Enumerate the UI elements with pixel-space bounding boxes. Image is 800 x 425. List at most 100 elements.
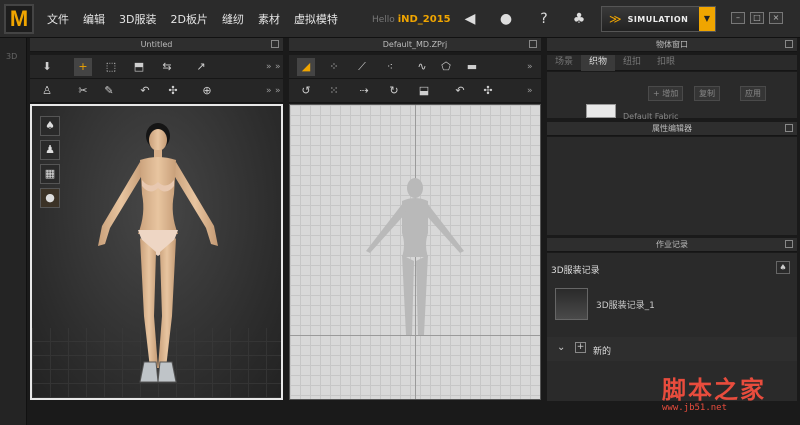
2d-viewport[interactable] <box>289 104 541 400</box>
minimize-button[interactable]: – <box>731 12 745 24</box>
avatar-silhouette <box>366 178 464 335</box>
simulation-dropdown-icon[interactable]: ▼ <box>699 7 715 31</box>
edit-curve-icon[interactable]: ⟋ <box>353 58 371 76</box>
object-window-header: 物体窗口 <box>547 38 797 52</box>
walk-icon[interactable]: ♙ <box>38 82 56 100</box>
popout-icon[interactable] <box>785 124 793 132</box>
view2d-toolbar-1: » ◢ ⁘ ⟋ ⁖ ∿ ⬠ ▬ » <box>275 55 541 79</box>
add-icon[interactable]: + <box>575 342 586 353</box>
view3d-title: Untitled <box>140 40 173 49</box>
fabric-swatch[interactable] <box>586 104 616 118</box>
tab-buttonhole[interactable]: 扣眼 <box>649 55 683 71</box>
brush-icon[interactable]: ✎ <box>100 82 118 100</box>
view3d-toolbar-2: ♙ ✂ ✎ ↶ ✣ ⊕ » <box>30 79 283 103</box>
free-sew-icon[interactable]: ⇢ <box>355 82 373 100</box>
maximize-button[interactable]: □ <box>750 12 764 24</box>
history-section-title: 3D服装记录 <box>551 266 600 276</box>
add-fabric-button[interactable]: + 增加 <box>648 86 684 101</box>
user-icon[interactable]: ● <box>495 8 517 30</box>
object-tabs: 场景 织物 纽扣 扣眼 <box>547 55 797 71</box>
transform-icon[interactable]: ⬒ <box>130 58 148 76</box>
select-move-icon[interactable]: + <box>74 58 92 76</box>
select-rect-icon[interactable]: ⬚ <box>102 58 120 76</box>
tab-scene[interactable]: 场景 <box>547 55 581 71</box>
view2d-toolbar-2: » ↺ ⁙ ⇢ ↻ ⬓ ↶ ✣ » <box>275 79 541 103</box>
simulation-button[interactable]: ≫ SIMULATION ▼ <box>601 6 716 32</box>
sewing-edit-icon[interactable]: ↻ <box>385 82 403 100</box>
curvature-icon[interactable]: ∿ <box>413 58 431 76</box>
collapse-chevron-icon[interactable]: ⌄ <box>557 342 565 353</box>
view3d-toolbar-1: ⬇ + ⬚ ⬒ ⇆ ↗ » <box>30 55 283 79</box>
menu-materials[interactable]: 素材 <box>251 11 287 27</box>
seam-icon[interactable]: ↺ <box>297 82 315 100</box>
menu-bar: M 文件 编辑 3D服装 2D板片 缝纫 素材 虚拟模特 Hello iND_2… <box>0 0 800 38</box>
3d-viewport[interactable]: ♠ ♟ ▦ ● <box>30 104 283 400</box>
menu-avatar[interactable]: 虚拟模特 <box>287 11 345 27</box>
history-new-row[interactable]: ⌄ + 新的 <box>547 337 797 361</box>
menu-sewing[interactable]: 缝纫 <box>215 11 251 27</box>
popout-icon[interactable] <box>785 240 793 248</box>
menu-file[interactable]: 文件 <box>40 11 76 27</box>
maximize-icon: □ <box>753 13 761 22</box>
minimize-icon: – <box>736 13 740 22</box>
close-button[interactable]: × <box>769 12 783 24</box>
simulation-chevron-icon: ≫ <box>609 12 622 26</box>
left-strip: 3D <box>0 38 27 425</box>
menu-edit[interactable]: 编辑 <box>76 11 112 27</box>
view2d-header: Default_MD.ZPrj <box>289 38 541 52</box>
watermark-text: 脚本之家 <box>662 375 766 404</box>
edit-pattern-icon[interactable]: ◢ <box>297 58 315 76</box>
view3d-header: Untitled <box>30 38 283 52</box>
copy-fabric-button[interactable]: 复制 <box>694 86 720 101</box>
simulation-label: SIMULATION <box>627 14 689 24</box>
main-menu: 文件 编辑 3D服装 2D板片 缝纫 素材 虚拟模特 <box>40 0 345 38</box>
expand-icon-6[interactable]: » <box>527 82 537 100</box>
property-editor-title: 属性编辑器 <box>652 124 692 133</box>
history-thumbnail[interactable] <box>555 288 588 320</box>
history-title: 作业记录 <box>656 240 688 249</box>
user-name: iND_2015 <box>397 14 451 25</box>
expand-icon-4[interactable]: » <box>527 58 537 76</box>
history-item-label[interactable]: 3D服装记录_1 <box>596 298 655 311</box>
menu-2d-pattern[interactable]: 2D板片 <box>163 11 214 27</box>
iron-icon[interactable]: ⬓ <box>415 82 433 100</box>
rectangle-icon[interactable]: ▬ <box>463 58 481 76</box>
zipper-icon[interactable]: ✣ <box>164 82 182 100</box>
polygon-icon[interactable]: ⬠ <box>437 58 455 76</box>
zipper-2d-icon[interactable]: ✣ <box>479 82 497 100</box>
speaker-icon[interactable]: ◀ <box>459 8 481 30</box>
edit-point-icon[interactable]: ⁘ <box>325 58 343 76</box>
down-arrow-icon[interactable]: ⬇ <box>38 58 56 76</box>
tack-icon[interactable]: ✂ <box>74 82 92 100</box>
history-header: 作业记录 <box>547 238 797 252</box>
expand-icon-3[interactable]: » <box>275 58 285 76</box>
app-logo[interactable]: M <box>4 4 34 34</box>
menu-3d-garment[interactable]: 3D服装 <box>112 11 163 27</box>
popout-icon[interactable] <box>529 40 537 48</box>
user-greeting: Hello iND_2015 <box>372 14 451 25</box>
left-strip-label: 3D <box>6 52 18 61</box>
flip-icon[interactable]: ⇆ <box>158 58 176 76</box>
button-tool-icon[interactable]: ⊕ <box>198 82 216 100</box>
expand-icon-5[interactable]: » <box>275 82 285 100</box>
history-new-label: 新的 <box>593 347 612 357</box>
fold-icon[interactable]: ↶ <box>136 82 154 100</box>
watermark: 脚本之家 www.jb51.net <box>662 370 797 416</box>
garment-icon[interactable]: ♣ <box>568 8 590 30</box>
fold-2d-icon[interactable]: ↶ <box>451 82 469 100</box>
popout-icon[interactable] <box>271 40 279 48</box>
tab-button[interactable]: 纽扣 <box>615 55 649 71</box>
object-window-title: 物体窗口 <box>656 40 688 49</box>
apply-fabric-button[interactable]: 应用 <box>740 86 766 101</box>
help-icon[interactable]: ? <box>533 8 555 30</box>
close-icon: × <box>772 13 780 22</box>
view2d-title: Default_MD.ZPrj <box>382 40 448 49</box>
garment-history-icon[interactable]: ♠ <box>776 261 790 274</box>
hello-label: Hello <box>372 15 395 25</box>
pin-icon[interactable]: ↗ <box>192 58 210 76</box>
fabric-name[interactable]: Default Fabric <box>623 112 679 121</box>
add-point-icon[interactable]: ⁖ <box>381 58 399 76</box>
segment-sew-icon[interactable]: ⁙ <box>325 82 343 100</box>
tab-fabric[interactable]: 织物 <box>581 55 616 71</box>
popout-icon[interactable] <box>785 40 793 48</box>
